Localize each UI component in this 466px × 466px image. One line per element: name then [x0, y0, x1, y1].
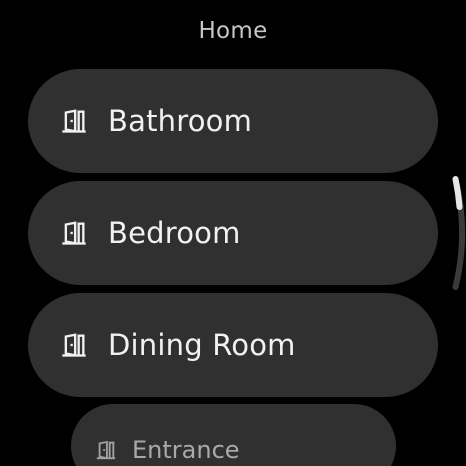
room-chip-dining-room[interactable]: Dining Room	[28, 293, 438, 397]
room-label: Entrance	[132, 436, 240, 464]
scroll-thumb[interactable]	[452, 176, 463, 210]
room-label: Bedroom	[108, 216, 241, 250]
room-chip-entrance[interactable]: Entrance	[71, 404, 396, 466]
door-icon	[60, 107, 88, 135]
watch-screen: Home Bathroom Bedroom Dining Room Entran…	[0, 0, 466, 466]
page-title: Home	[198, 18, 268, 44]
room-chip-bedroom[interactable]: Bedroom	[28, 181, 438, 285]
scroll-indicator[interactable]	[420, 170, 466, 300]
room-label: Dining Room	[108, 328, 296, 362]
room-chip-bathroom[interactable]: Bathroom	[28, 69, 438, 173]
door-icon	[95, 439, 117, 461]
door-icon	[60, 331, 88, 359]
room-label: Bathroom	[108, 104, 253, 138]
door-icon	[60, 219, 88, 247]
